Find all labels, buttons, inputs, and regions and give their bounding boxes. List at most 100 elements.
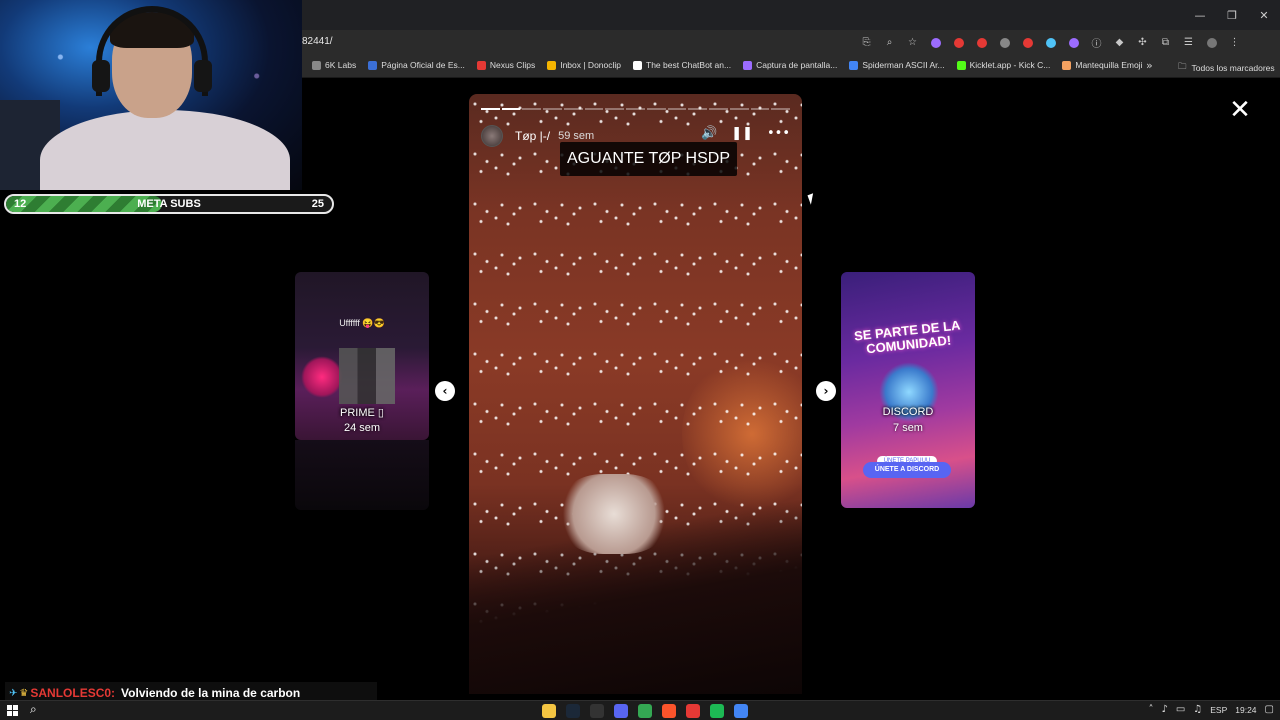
bookmarks-overflow-button[interactable]: » [1146, 59, 1153, 72]
window-controls: — ❐ ✕ [1184, 0, 1280, 30]
headset-earcup-right [194, 60, 212, 92]
previous-story-button[interactable]: ‹ [435, 381, 455, 401]
info-icon[interactable]: ⓘ [1088, 34, 1105, 51]
extension-icon[interactable] [927, 34, 944, 51]
chat-message: Volviendo de la mina de carbon [121, 686, 301, 700]
chrome-icon[interactable] [638, 704, 652, 718]
story-progress-segment [729, 108, 749, 110]
story-progress-segment [688, 108, 708, 110]
thumbnail-collage [339, 348, 395, 404]
bookmark-item[interactable]: Spiderman ASCII Ar... [849, 60, 945, 70]
story-progress-segment [626, 108, 645, 110]
next-story-button[interactable]: › [816, 381, 836, 401]
headset-earcup-left [92, 60, 110, 92]
discord-icon[interactable] [614, 704, 628, 718]
bookmark-item[interactable]: Captura de pantalla... [743, 60, 837, 70]
waving-flag [559, 474, 669, 554]
bookmark-item[interactable]: Inbox | Donoclip [547, 60, 621, 70]
bookmark-favicon-icon [1062, 60, 1072, 70]
bookmark-label: Kicklet.app - Kick C... [969, 60, 1051, 70]
volume-icon[interactable]: 🔊 [701, 126, 717, 141]
minimize-button[interactable]: — [1184, 0, 1216, 30]
clock[interactable]: 19:24 [1235, 705, 1256, 715]
extension-icon[interactable] [950, 34, 967, 51]
pink-circle-graphic [301, 356, 343, 398]
notification-icon[interactable]: ▢ [1265, 704, 1274, 715]
youtube-music-icon[interactable] [686, 704, 700, 718]
bookmark-item[interactable]: 6K Labs [312, 60, 356, 70]
menu-kebab-icon[interactable]: ⋮ [1226, 34, 1243, 51]
screen: — ❐ ✕ 82441/ ⎘ ⌕ ☆ ⓘ ◆ ✣ ⧉ ☰ ⋮ 6K Labs Pá… [0, 0, 1280, 720]
extension-icon[interactable] [996, 34, 1013, 51]
bookmark-star-icon[interactable]: ☆ [904, 34, 921, 51]
story-card-prime[interactable]: Uffffff 😝😎 PRIME ▯ 24 sem [295, 272, 429, 440]
card-time: 7 sem [893, 422, 923, 434]
extension-icon[interactable] [1019, 34, 1036, 51]
bookmark-favicon-icon [849, 60, 859, 70]
spotify-icon[interactable] [710, 704, 724, 718]
extension-icon[interactable] [1065, 34, 1082, 51]
bookmark-label: Spiderman ASCII Ar... [862, 60, 945, 70]
bookmark-label: Nexus Clips [489, 60, 536, 70]
story-progress-bar [481, 108, 791, 110]
more-options-icon[interactable]: ••• [767, 126, 790, 141]
reading-list-icon[interactable]: ☰ [1180, 34, 1197, 51]
extension-icon[interactable]: ✣ [1134, 34, 1151, 51]
story-progress-segment [646, 108, 666, 110]
story-progress-segment [667, 108, 687, 110]
bookmark-favicon-icon [743, 60, 753, 70]
story-viewer[interactable]: Tøp |-/ 59 sem 🔊 ❚❚ ••• AGUANTE TØP HSDP [469, 94, 802, 694]
profile-icon[interactable] [1203, 34, 1220, 51]
url-field[interactable]: 82441/ [302, 36, 333, 47]
sub-goal-target: 25 [311, 198, 324, 210]
story-progress-segment [522, 108, 542, 110]
all-bookmarks-label: Todos los marcadores [1191, 63, 1275, 73]
app-icon[interactable] [734, 704, 748, 718]
card-title: PRIME ▯ [340, 407, 384, 419]
install-app-icon[interactable]: ⎘ [858, 34, 875, 51]
extension-icon[interactable]: ◆ [1111, 34, 1128, 51]
card-time: 24 sem [343, 422, 381, 434]
extensions-puzzle-icon[interactable]: ⧉ [1157, 34, 1174, 51]
join-discord-button: ÚNETE A DISCORD [863, 462, 951, 478]
close-window-button[interactable]: ✕ [1248, 0, 1280, 30]
network-icon[interactable]: ▭ [1176, 704, 1185, 715]
story-timestamp: 59 sem [558, 130, 595, 142]
brave-icon[interactable] [662, 704, 676, 718]
steam-icon[interactable] [566, 704, 580, 718]
bookmark-label: The best ChatBot an... [646, 60, 732, 70]
avatar[interactable] [481, 125, 503, 147]
crown-badge-icon: ♛ [19, 687, 29, 699]
bookmark-favicon-icon [476, 60, 486, 70]
obs-icon[interactable] [590, 704, 604, 718]
extension-icon[interactable] [1042, 34, 1059, 51]
microphone-icon[interactable]: ♪ [1161, 704, 1167, 715]
bookmark-item[interactable]: Mantequilla Emoji [1062, 60, 1142, 70]
search-icon[interactable]: ⌕ [30, 702, 37, 717]
card-title: DISCORD [882, 406, 934, 418]
bookmark-item[interactable]: Kicklet.app - Kick C... [956, 60, 1051, 70]
pause-icon[interactable]: ❚❚ [731, 126, 753, 141]
speaker-icon[interactable]: ♫ [1193, 704, 1202, 715]
restore-button[interactable]: ❐ [1216, 0, 1248, 30]
bookmark-item[interactable]: The best ChatBot an... [633, 60, 731, 70]
windows-start-icon[interactable] [7, 705, 18, 716]
story-progress-segment [501, 108, 521, 110]
story-progress-segment [750, 108, 770, 110]
story-progress-segment [563, 108, 583, 110]
all-bookmarks-button[interactable]: 🗀 Todos los marcadores [1178, 61, 1275, 75]
bookmark-label: Página Oficial de Es... [381, 60, 465, 70]
bookmark-item[interactable]: Nexus Clips [476, 60, 536, 70]
chevron-up-icon[interactable]: ˄ [1148, 704, 1153, 715]
bookmark-favicon-icon [368, 60, 378, 70]
story-username[interactable]: Tøp |-/ [515, 129, 550, 143]
zoom-icon[interactable]: ⌕ [881, 34, 898, 51]
story-card-discord[interactable]: SE PARTE DE LA COMUNIDAD! DISCORD 7 sem … [841, 272, 975, 508]
mouse-cursor-icon [807, 193, 817, 205]
story-progress-segment [543, 108, 562, 110]
file-explorer-icon[interactable] [542, 704, 556, 718]
language-indicator[interactable]: ESP [1210, 705, 1227, 715]
close-story-viewer-icon[interactable]: ✕ [1228, 97, 1252, 123]
bookmark-item[interactable]: Página Oficial de Es... [368, 60, 465, 70]
adblock-icon[interactable] [973, 34, 990, 51]
